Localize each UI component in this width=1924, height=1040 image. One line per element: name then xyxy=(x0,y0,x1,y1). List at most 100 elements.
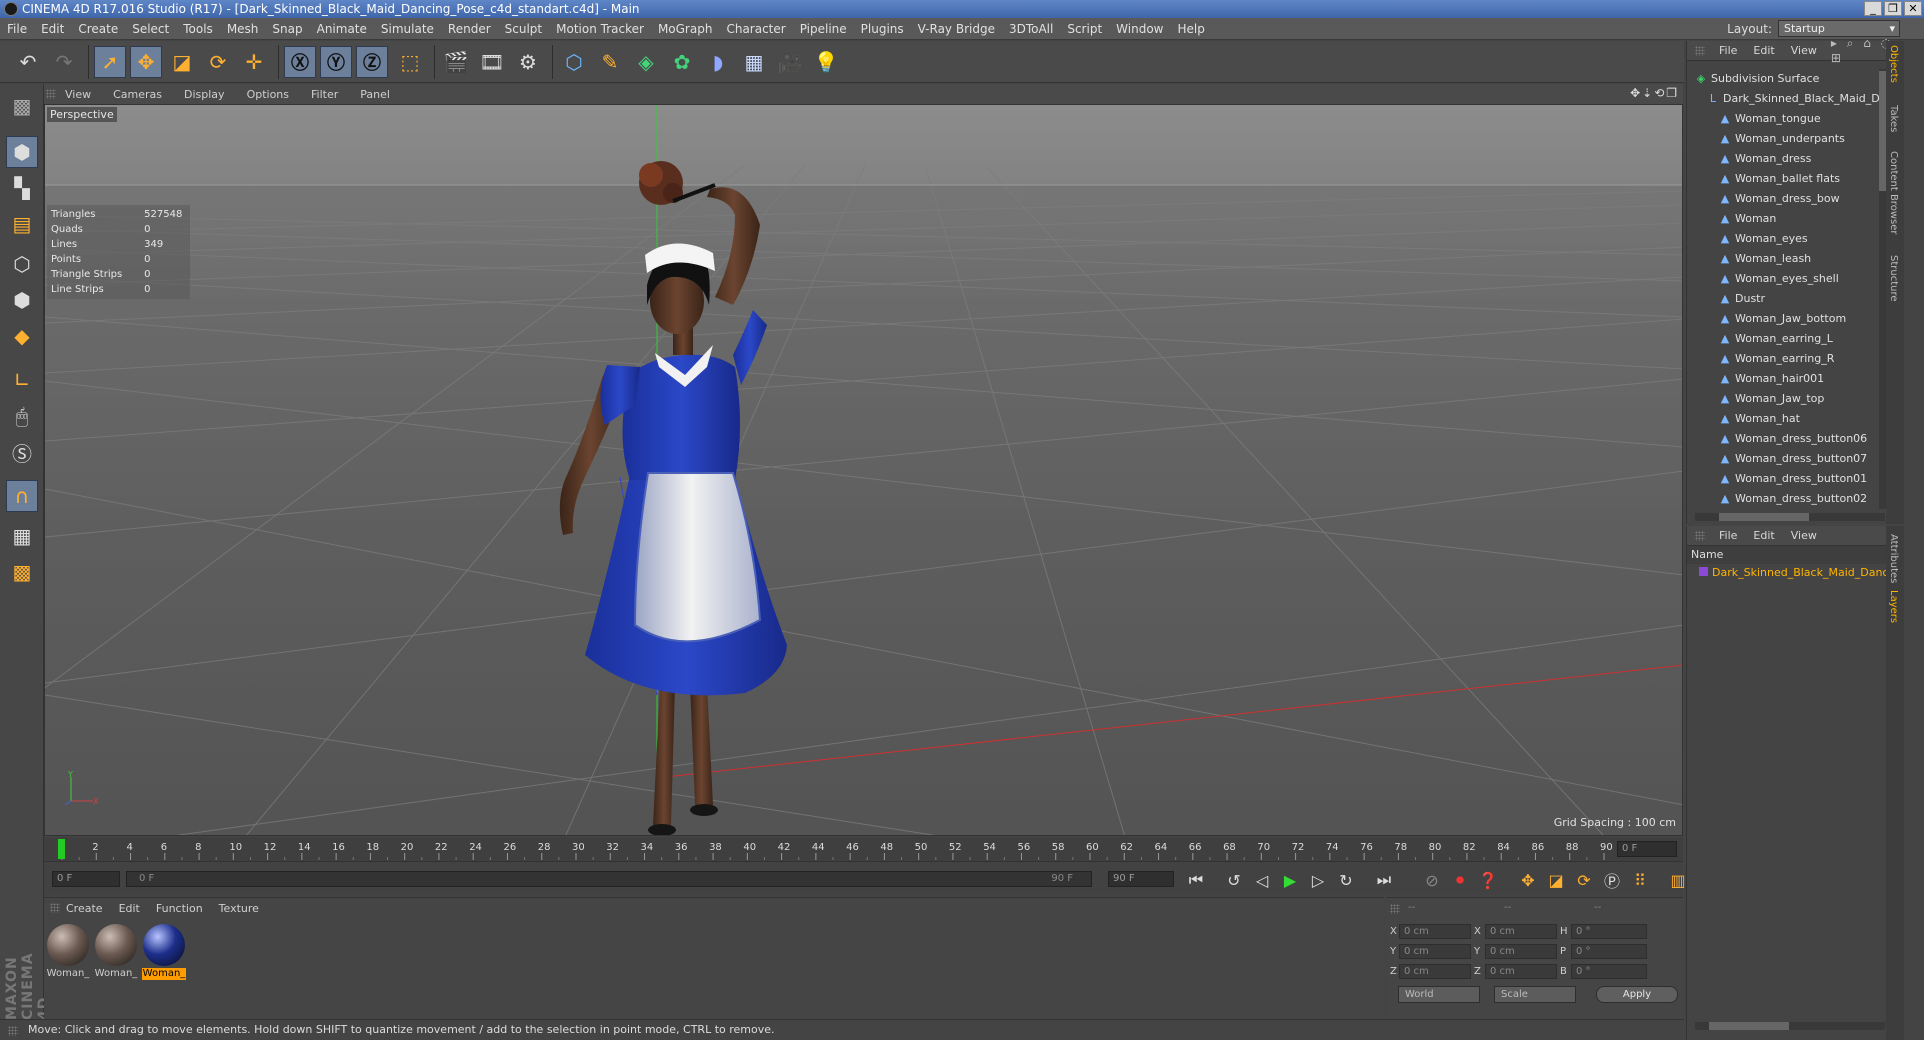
menu-file[interactable]: File xyxy=(0,22,34,36)
key-point-level-icon[interactable]: ⠿ xyxy=(1628,869,1652,891)
menu-simulate[interactable]: Simulate xyxy=(374,22,441,36)
axis-mode-icon[interactable]: ∟ xyxy=(6,364,38,396)
rotate-tool-icon[interactable]: ⟳ xyxy=(202,46,234,78)
objects-menu-view[interactable]: View xyxy=(1783,44,1825,57)
pen-spline-icon[interactable]: ✎ xyxy=(594,46,626,78)
size-x-field[interactable]: 0 cm xyxy=(1485,923,1557,939)
tab-attributes[interactable]: Attributes xyxy=(1888,534,1899,583)
polygons-mode-icon[interactable]: ◆ xyxy=(6,320,38,352)
minimize-button[interactable]: _ xyxy=(1864,1,1882,16)
key-parameter-icon[interactable]: Ⓟ xyxy=(1600,869,1624,891)
menu-help[interactable]: Help xyxy=(1170,22,1211,36)
texture-mode-icon[interactable]: ▚ xyxy=(6,172,38,204)
previous-frame-icon[interactable]: ◁ xyxy=(1250,869,1274,891)
object-tree-horizontal-scrollbar[interactable] xyxy=(1695,513,1885,521)
menu-render[interactable]: Render xyxy=(441,22,498,36)
next-key-icon[interactable]: ↻ xyxy=(1334,869,1358,891)
position-z-field[interactable]: 0 cm xyxy=(1399,963,1471,979)
coordinate-system-icon[interactable]: ⬚ xyxy=(394,46,426,78)
live-selection-icon[interactable]: ➚ xyxy=(94,46,126,78)
object-tree[interactable]: ◈ Subdivision Surface L Dark_Skinned_Black_… xyxy=(1687,69,1887,509)
object-tree-item[interactable]: ▲ Woman_earring_L xyxy=(1687,329,1887,349)
points-mode-icon[interactable]: ⬡ xyxy=(6,248,38,280)
rotation-p-field[interactable]: 0 ° xyxy=(1571,943,1647,959)
menu-tools[interactable]: Tools xyxy=(176,22,220,36)
object-tree-item[interactable]: ▲ Woman_eyes xyxy=(1687,229,1887,249)
next-frame-icon[interactable]: ▷ xyxy=(1306,869,1330,891)
size-y-field[interactable]: 0 cm xyxy=(1485,943,1557,959)
object-tree-item[interactable]: ▲ Woman_dress_button02 xyxy=(1687,489,1887,509)
viewport-menu-cameras[interactable]: Cameras xyxy=(102,88,173,101)
position-y-field[interactable]: 0 cm xyxy=(1399,943,1471,959)
redo-icon[interactable]: ↷ xyxy=(48,46,80,78)
tab-takes[interactable]: Takes xyxy=(1888,105,1899,132)
menu-3dtoall[interactable]: 3DToAll xyxy=(1002,22,1060,36)
object-tree-item[interactable]: ▲ Woman_ballet flats xyxy=(1687,169,1887,189)
layers-menu-view[interactable]: View xyxy=(1783,529,1825,542)
menu-animate[interactable]: Animate xyxy=(310,22,374,36)
autokeying-icon[interactable]: ❓ xyxy=(1476,869,1500,891)
object-tree-item[interactable]: ▲ Woman_dress_button01 xyxy=(1687,469,1887,489)
cloner-icon[interactable]: ✿ xyxy=(666,46,698,78)
menu-snap[interactable]: Snap xyxy=(265,22,309,36)
cube-primitive-icon[interactable]: ⬡ xyxy=(558,46,590,78)
object-tree-item[interactable]: ◈ Subdivision Surface xyxy=(1687,69,1887,89)
key-rotation-icon[interactable]: ⟳ xyxy=(1572,869,1596,891)
viewport-navigation-icons[interactable]: ✥⇣⟲❐ xyxy=(1630,86,1679,100)
material-menu-edit[interactable]: Edit xyxy=(111,902,148,915)
tab-layers[interactable]: Layers xyxy=(1888,590,1899,623)
objects-menu-file[interactable]: File xyxy=(1711,44,1745,57)
object-tree-item[interactable]: ▲ Woman_dress xyxy=(1687,149,1887,169)
perspective-viewport[interactable]: Perspective Triangles 527548 Quads 0 Lines… xyxy=(44,104,1683,836)
layer-horizontal-scrollbar[interactable] xyxy=(1695,1022,1885,1030)
object-tree-item[interactable]: ▲ Woman_leash xyxy=(1687,249,1887,269)
tab-content-browser[interactable]: Content Browser xyxy=(1888,151,1899,234)
scale-tool-icon[interactable]: ◪ xyxy=(166,46,198,78)
z-axis-lock-icon[interactable]: Ⓩ xyxy=(356,46,388,78)
material-menu-texture[interactable]: Texture xyxy=(211,902,267,915)
y-axis-lock-icon[interactable]: Ⓨ xyxy=(320,46,352,78)
viewport-menu-filter[interactable]: Filter xyxy=(300,88,349,101)
layer-list[interactable]: Name Dark_Skinned_Black_Maid_Dancing_ xyxy=(1687,546,1887,582)
material-menu-create[interactable]: Create xyxy=(58,902,111,915)
viewport-menu-display[interactable]: Display xyxy=(173,88,236,101)
rotation-h-field[interactable]: 0 ° xyxy=(1571,923,1647,939)
edges-mode-icon[interactable]: ⬢ xyxy=(6,284,38,316)
object-tree-item[interactable]: ▲ Woman_dress_bow xyxy=(1687,189,1887,209)
material-swatch[interactable]: Woman_ xyxy=(94,924,138,980)
menu-pipeline[interactable]: Pipeline xyxy=(793,22,854,36)
recent-tools-icon[interactable]: ✛ xyxy=(238,46,270,78)
menu-script[interactable]: Script xyxy=(1060,22,1109,36)
layout-dropdown[interactable]: Startup xyxy=(1778,20,1900,37)
object-tree-item[interactable]: ▲ Woman xyxy=(1687,209,1887,229)
magnet-icon[interactable]: ∩ xyxy=(6,480,38,512)
menu-vray-bridge[interactable]: V-Ray Bridge xyxy=(911,22,1002,36)
record-active-objects-icon[interactable]: ⏺ xyxy=(1448,869,1472,891)
snap-icon[interactable]: Ⓢ xyxy=(6,436,38,468)
layers-menu-edit[interactable]: Edit xyxy=(1745,529,1782,542)
timeline-ruler[interactable]: 0246810121416182022242628303234363840424… xyxy=(44,837,1683,861)
object-tree-item[interactable]: L Dark_Skinned_Black_Maid_Danc xyxy=(1687,89,1887,109)
object-tree-item[interactable]: ▲ Woman_earring_R xyxy=(1687,349,1887,369)
material-swatch[interactable]: Woman_ xyxy=(46,924,90,980)
tweak-mode-icon[interactable]: 🖱 xyxy=(6,400,38,432)
workplane-lock-icon[interactable]: ▦ xyxy=(6,520,38,552)
menu-edit[interactable]: Edit xyxy=(34,22,71,36)
workplane-mode-icon[interactable]: ▤ xyxy=(6,208,38,240)
menu-plugins[interactable]: Plugins xyxy=(854,22,911,36)
menu-character[interactable]: Character xyxy=(719,22,792,36)
menu-select[interactable]: Select xyxy=(125,22,176,36)
render-picture-viewer-icon[interactable]: 🎞 xyxy=(476,46,508,78)
rotation-b-field[interactable]: 0 ° xyxy=(1571,963,1647,979)
object-tree-item[interactable]: ▲ Woman_dress_button06 xyxy=(1687,429,1887,449)
viewport-menu-options[interactable]: Options xyxy=(236,88,300,101)
viewport-menu-panel[interactable]: Panel xyxy=(349,88,401,101)
viewport-menu-view[interactable]: View xyxy=(54,88,102,101)
model-mode-icon[interactable]: ⬢ xyxy=(6,136,38,168)
menu-create[interactable]: Create xyxy=(71,22,125,36)
current-frame-field[interactable]: 0 F xyxy=(1617,841,1677,857)
material-swatch-selected[interactable]: Woman_ xyxy=(142,924,186,980)
objects-menu-edit[interactable]: Edit xyxy=(1745,44,1782,57)
scale-mode-dropdown[interactable]: Scale xyxy=(1494,986,1576,1003)
key-scale-icon[interactable]: ◪ xyxy=(1544,869,1568,891)
